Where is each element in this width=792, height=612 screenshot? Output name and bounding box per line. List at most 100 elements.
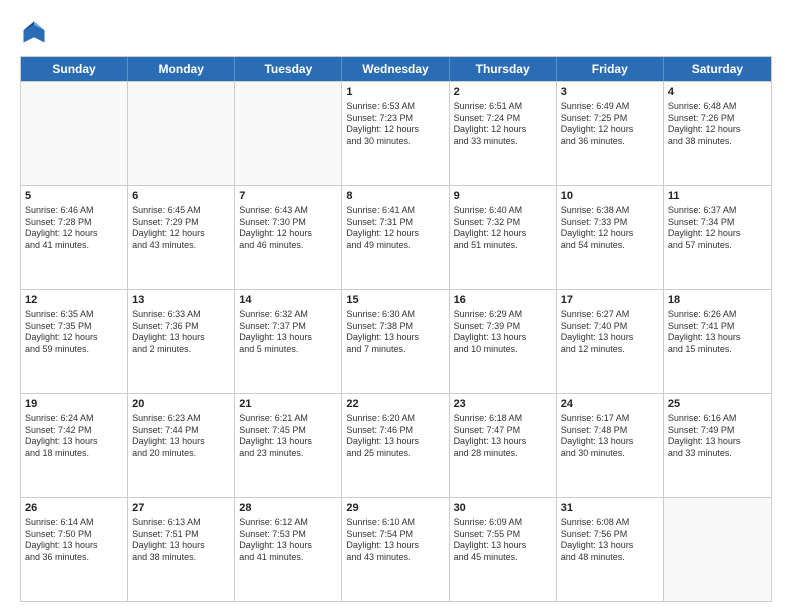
cal-cell: 16Sunrise: 6:29 AM Sunset: 7:39 PM Dayli… — [450, 290, 557, 393]
cell-info: Sunrise: 6:09 AM Sunset: 7:55 PM Dayligh… — [454, 517, 552, 564]
cell-date: 27 — [132, 501, 230, 516]
cal-row-5: 26Sunrise: 6:14 AM Sunset: 7:50 PM Dayli… — [21, 497, 771, 601]
cell-date: 19 — [25, 397, 123, 412]
cell-date: 26 — [25, 501, 123, 516]
cell-date: 23 — [454, 397, 552, 412]
cal-cell: 17Sunrise: 6:27 AM Sunset: 7:40 PM Dayli… — [557, 290, 664, 393]
cell-info: Sunrise: 6:33 AM Sunset: 7:36 PM Dayligh… — [132, 309, 230, 356]
cell-date: 8 — [346, 189, 444, 204]
cell-info: Sunrise: 6:16 AM Sunset: 7:49 PM Dayligh… — [668, 413, 767, 460]
cell-info: Sunrise: 6:53 AM Sunset: 7:23 PM Dayligh… — [346, 101, 444, 148]
cell-info: Sunrise: 6:38 AM Sunset: 7:33 PM Dayligh… — [561, 205, 659, 252]
cell-date: 21 — [239, 397, 337, 412]
cell-date: 22 — [346, 397, 444, 412]
cell-date: 30 — [454, 501, 552, 516]
cal-cell: 23Sunrise: 6:18 AM Sunset: 7:47 PM Dayli… — [450, 394, 557, 497]
cal-cell: 30Sunrise: 6:09 AM Sunset: 7:55 PM Dayli… — [450, 498, 557, 601]
cell-info: Sunrise: 6:21 AM Sunset: 7:45 PM Dayligh… — [239, 413, 337, 460]
day-header-wednesday: Wednesday — [342, 57, 449, 81]
day-header-friday: Friday — [557, 57, 664, 81]
cal-cell: 8Sunrise: 6:41 AM Sunset: 7:31 PM Daylig… — [342, 186, 449, 289]
cell-date: 20 — [132, 397, 230, 412]
cell-info: Sunrise: 6:18 AM Sunset: 7:47 PM Dayligh… — [454, 413, 552, 460]
cal-cell: 29Sunrise: 6:10 AM Sunset: 7:54 PM Dayli… — [342, 498, 449, 601]
cal-cell: 6Sunrise: 6:45 AM Sunset: 7:29 PM Daylig… — [128, 186, 235, 289]
cal-cell: 31Sunrise: 6:08 AM Sunset: 7:56 PM Dayli… — [557, 498, 664, 601]
cal-cell: 3Sunrise: 6:49 AM Sunset: 7:25 PM Daylig… — [557, 82, 664, 185]
cell-info: Sunrise: 6:51 AM Sunset: 7:24 PM Dayligh… — [454, 101, 552, 148]
cal-cell: 2Sunrise: 6:51 AM Sunset: 7:24 PM Daylig… — [450, 82, 557, 185]
cell-date: 4 — [668, 85, 767, 100]
cal-cell: 27Sunrise: 6:13 AM Sunset: 7:51 PM Dayli… — [128, 498, 235, 601]
cell-info: Sunrise: 6:48 AM Sunset: 7:26 PM Dayligh… — [668, 101, 767, 148]
day-header-tuesday: Tuesday — [235, 57, 342, 81]
day-header-thursday: Thursday — [450, 57, 557, 81]
cell-date: 9 — [454, 189, 552, 204]
cal-cell: 28Sunrise: 6:12 AM Sunset: 7:53 PM Dayli… — [235, 498, 342, 601]
cell-info: Sunrise: 6:29 AM Sunset: 7:39 PM Dayligh… — [454, 309, 552, 356]
cell-date: 24 — [561, 397, 659, 412]
cal-cell: 5Sunrise: 6:46 AM Sunset: 7:28 PM Daylig… — [21, 186, 128, 289]
cal-cell: 7Sunrise: 6:43 AM Sunset: 7:30 PM Daylig… — [235, 186, 342, 289]
page: SundayMondayTuesdayWednesdayThursdayFrid… — [0, 0, 792, 612]
cell-info: Sunrise: 6:10 AM Sunset: 7:54 PM Dayligh… — [346, 517, 444, 564]
cell-info: Sunrise: 6:17 AM Sunset: 7:48 PM Dayligh… — [561, 413, 659, 460]
logo-icon — [20, 18, 48, 46]
calendar-body: 1Sunrise: 6:53 AM Sunset: 7:23 PM Daylig… — [21, 81, 771, 601]
cell-info: Sunrise: 6:14 AM Sunset: 7:50 PM Dayligh… — [25, 517, 123, 564]
cal-row-3: 12Sunrise: 6:35 AM Sunset: 7:35 PM Dayli… — [21, 289, 771, 393]
cal-cell: 22Sunrise: 6:20 AM Sunset: 7:46 PM Dayli… — [342, 394, 449, 497]
cell-info: Sunrise: 6:37 AM Sunset: 7:34 PM Dayligh… — [668, 205, 767, 252]
cell-date: 31 — [561, 501, 659, 516]
cell-info: Sunrise: 6:49 AM Sunset: 7:25 PM Dayligh… — [561, 101, 659, 148]
cell-date: 1 — [346, 85, 444, 100]
cal-cell: 11Sunrise: 6:37 AM Sunset: 7:34 PM Dayli… — [664, 186, 771, 289]
cal-cell — [128, 82, 235, 185]
cell-date: 3 — [561, 85, 659, 100]
cal-row-2: 5Sunrise: 6:46 AM Sunset: 7:28 PM Daylig… — [21, 185, 771, 289]
cell-info: Sunrise: 6:13 AM Sunset: 7:51 PM Dayligh… — [132, 517, 230, 564]
day-header-sunday: Sunday — [21, 57, 128, 81]
cell-info: Sunrise: 6:40 AM Sunset: 7:32 PM Dayligh… — [454, 205, 552, 252]
cell-info: Sunrise: 6:32 AM Sunset: 7:37 PM Dayligh… — [239, 309, 337, 356]
day-header-saturday: Saturday — [664, 57, 771, 81]
cell-date: 18 — [668, 293, 767, 308]
cal-cell: 12Sunrise: 6:35 AM Sunset: 7:35 PM Dayli… — [21, 290, 128, 393]
cell-info: Sunrise: 6:08 AM Sunset: 7:56 PM Dayligh… — [561, 517, 659, 564]
cell-date: 16 — [454, 293, 552, 308]
cell-date: 10 — [561, 189, 659, 204]
cal-cell: 24Sunrise: 6:17 AM Sunset: 7:48 PM Dayli… — [557, 394, 664, 497]
cal-cell: 25Sunrise: 6:16 AM Sunset: 7:49 PM Dayli… — [664, 394, 771, 497]
day-header-monday: Monday — [128, 57, 235, 81]
cell-date: 6 — [132, 189, 230, 204]
cal-cell: 10Sunrise: 6:38 AM Sunset: 7:33 PM Dayli… — [557, 186, 664, 289]
cal-cell: 4Sunrise: 6:48 AM Sunset: 7:26 PM Daylig… — [664, 82, 771, 185]
cell-info: Sunrise: 6:45 AM Sunset: 7:29 PM Dayligh… — [132, 205, 230, 252]
cell-date: 7 — [239, 189, 337, 204]
cal-cell: 21Sunrise: 6:21 AM Sunset: 7:45 PM Dayli… — [235, 394, 342, 497]
cell-date: 17 — [561, 293, 659, 308]
calendar: SundayMondayTuesdayWednesdayThursdayFrid… — [20, 56, 772, 602]
cell-info: Sunrise: 6:43 AM Sunset: 7:30 PM Dayligh… — [239, 205, 337, 252]
cal-cell: 1Sunrise: 6:53 AM Sunset: 7:23 PM Daylig… — [342, 82, 449, 185]
cal-cell — [664, 498, 771, 601]
cal-cell: 13Sunrise: 6:33 AM Sunset: 7:36 PM Dayli… — [128, 290, 235, 393]
cell-info: Sunrise: 6:35 AM Sunset: 7:35 PM Dayligh… — [25, 309, 123, 356]
cell-date: 28 — [239, 501, 337, 516]
cell-info: Sunrise: 6:24 AM Sunset: 7:42 PM Dayligh… — [25, 413, 123, 460]
cal-row-4: 19Sunrise: 6:24 AM Sunset: 7:42 PM Dayli… — [21, 393, 771, 497]
cal-cell: 14Sunrise: 6:32 AM Sunset: 7:37 PM Dayli… — [235, 290, 342, 393]
cal-cell — [235, 82, 342, 185]
cell-info: Sunrise: 6:46 AM Sunset: 7:28 PM Dayligh… — [25, 205, 123, 252]
cell-date: 5 — [25, 189, 123, 204]
cal-cell: 19Sunrise: 6:24 AM Sunset: 7:42 PM Dayli… — [21, 394, 128, 497]
cal-cell: 15Sunrise: 6:30 AM Sunset: 7:38 PM Dayli… — [342, 290, 449, 393]
cal-cell: 9Sunrise: 6:40 AM Sunset: 7:32 PM Daylig… — [450, 186, 557, 289]
cell-info: Sunrise: 6:30 AM Sunset: 7:38 PM Dayligh… — [346, 309, 444, 356]
calendar-header: SundayMondayTuesdayWednesdayThursdayFrid… — [21, 57, 771, 81]
cal-row-1: 1Sunrise: 6:53 AM Sunset: 7:23 PM Daylig… — [21, 81, 771, 185]
cell-info: Sunrise: 6:41 AM Sunset: 7:31 PM Dayligh… — [346, 205, 444, 252]
cell-date: 29 — [346, 501, 444, 516]
cell-date: 15 — [346, 293, 444, 308]
cell-date: 11 — [668, 189, 767, 204]
